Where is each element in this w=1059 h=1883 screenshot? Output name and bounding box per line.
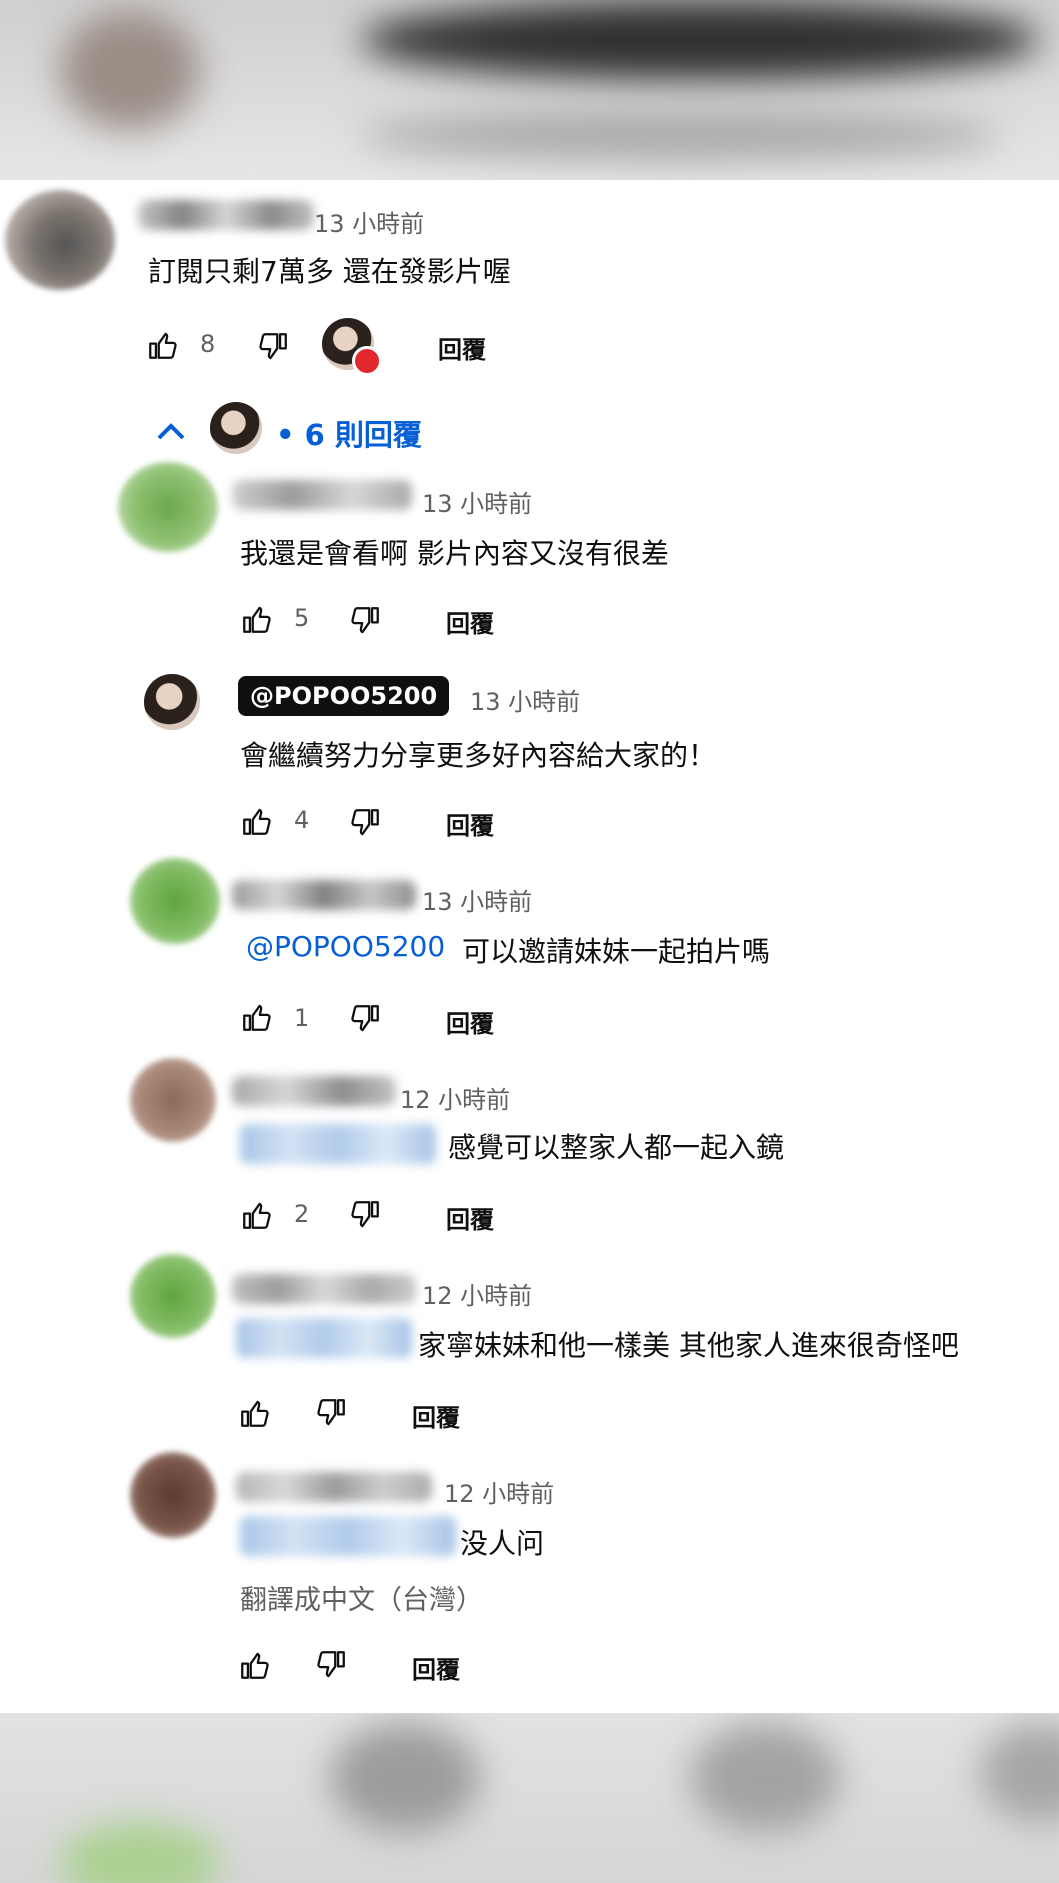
reply-button[interactable]: 回覆	[446, 806, 494, 841]
replies-toggle[interactable]: • 6 則回覆	[150, 400, 450, 460]
chevron-up-icon	[157, 423, 185, 440]
thumbs-up-icon[interactable]	[240, 1198, 274, 1232]
mention-link[interactable]	[236, 1318, 412, 1358]
reply-button[interactable]: 回覆	[438, 330, 486, 365]
comment-text: 訂閱只剩7萬多 還在發影片喔	[148, 255, 511, 288]
reply-avatar[interactable]	[130, 858, 220, 944]
thumbs-down-icon[interactable]	[314, 1396, 348, 1430]
reply-avatar[interactable]	[130, 1058, 216, 1142]
like-count: 4	[294, 806, 310, 834]
thumbs-up-icon[interactable]	[238, 1648, 272, 1682]
creator-handle-badge[interactable]: @POPOO5200	[238, 676, 450, 716]
thumbs-up-icon[interactable]	[240, 804, 274, 838]
creator-avatar-small	[210, 402, 262, 454]
reply-timestamp[interactable]: 12 小時前	[444, 1474, 554, 1509]
thumbs-down-icon[interactable]	[314, 1648, 348, 1682]
commenter-name[interactable]	[138, 200, 314, 230]
thumbs-down-icon[interactable]	[348, 806, 382, 840]
like-count: 5	[294, 604, 310, 632]
reply-button[interactable]: 回覆	[446, 604, 494, 639]
mention-link[interactable]: @POPOO5200	[246, 930, 445, 963]
thumbs-up-icon[interactable]	[146, 328, 180, 362]
reply-text: 可以邀請妹妹一起拍片嗎	[462, 935, 771, 968]
reply-button[interactable]: 回覆	[446, 1004, 494, 1039]
reply-timestamp[interactable]: 12 小時前	[422, 1276, 532, 1311]
reply-timestamp[interactable]: 12 小時前	[400, 1080, 510, 1115]
thumbs-down-icon[interactable]	[256, 330, 290, 364]
reply-text: 家寧妹妹和他一樣美 其他家人進來很奇怪吧	[418, 1329, 959, 1362]
commenter-avatar[interactable]	[5, 190, 115, 290]
reply-timestamp[interactable]: 13 小時前	[470, 682, 580, 717]
reply-author-name[interactable]	[232, 880, 416, 910]
heart-icon	[352, 346, 382, 376]
thumbs-down-icon[interactable]	[348, 1002, 382, 1036]
thumbs-down-icon[interactable]	[348, 1198, 382, 1232]
reply-avatar[interactable]	[130, 1254, 216, 1338]
creator-avatar[interactable]	[144, 674, 200, 730]
thumbs-down-icon[interactable]	[348, 604, 382, 638]
reply-author-name[interactable]	[232, 1076, 396, 1106]
reply-text: 我還是會看啊 影片內容又沒有很差	[240, 537, 669, 570]
blurred-next-content	[0, 1713, 1059, 1883]
reply-timestamp[interactable]: 13 小時前	[422, 484, 532, 519]
reply-text: 會繼續努力分享更多好內容給大家的！	[240, 739, 717, 772]
reply-timestamp[interactable]: 13 小時前	[422, 882, 532, 917]
reply-button[interactable]: 回覆	[412, 1398, 460, 1433]
mention-link[interactable]	[240, 1124, 436, 1164]
reply-author-name[interactable]	[232, 480, 412, 510]
thumbs-up-icon[interactable]	[240, 602, 274, 636]
reply-author-name[interactable]	[236, 1472, 432, 1502]
comment-timestamp[interactable]: 13 小時前	[314, 204, 424, 239]
thumbs-up-icon[interactable]	[240, 1000, 274, 1034]
like-count: 1	[294, 1004, 310, 1032]
translate-link[interactable]: 翻譯成中文（台灣）	[240, 1578, 483, 1617]
mention-link[interactable]	[240, 1516, 456, 1556]
like-count: 2	[294, 1200, 310, 1228]
blurred-previous-content	[0, 0, 1059, 180]
reply-button[interactable]: 回覆	[412, 1650, 460, 1685]
thumbs-up-icon[interactable]	[238, 1396, 272, 1430]
reply-button[interactable]: 回覆	[446, 1200, 494, 1235]
reply-author-name[interactable]	[232, 1274, 416, 1304]
reply-count-label: • 6 則回覆	[276, 418, 422, 452]
reply-avatar[interactable]	[118, 462, 218, 552]
reply-text: 没人问	[460, 1527, 545, 1560]
reply-avatar[interactable]	[130, 1452, 216, 1538]
reply-text: 感覺可以整家人都一起入鏡	[448, 1131, 785, 1164]
like-count: 8	[200, 330, 216, 358]
